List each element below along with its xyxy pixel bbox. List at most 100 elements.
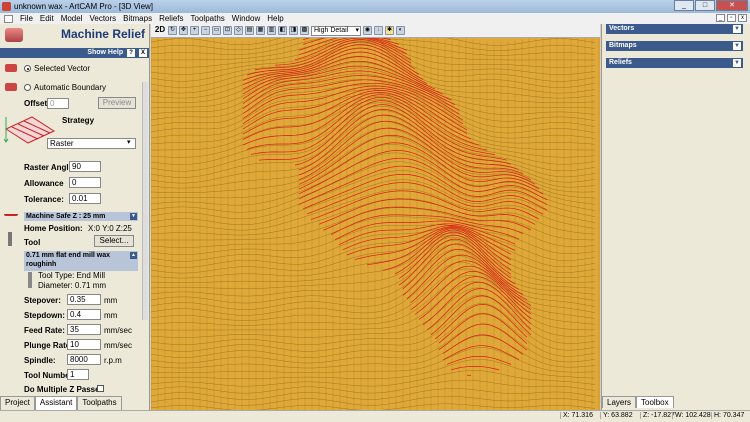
stepover-unit: mm <box>104 296 118 305</box>
show-help-link[interactable]: Show Help <box>87 49 123 56</box>
tab-layers[interactable]: Layers <box>602 396 637 408</box>
window-controls: _ □ ✕ <box>674 0 748 11</box>
front-view-icon[interactable]: ▤ <box>245 26 254 35</box>
tab-toolbox[interactable]: Toolbox <box>636 396 674 408</box>
top-view-icon[interactable]: ▦ <box>256 26 265 35</box>
menu-model[interactable]: Model <box>61 14 83 23</box>
minimize-button[interactable]: _ <box>674 0 694 11</box>
zoom-fit-icon[interactable]: ⊡ <box>223 26 232 35</box>
toolpath-arrow-icon[interactable]: ↓ <box>374 26 383 35</box>
right-view-icon[interactable]: ◨ <box>289 26 298 35</box>
pan-icon[interactable]: ✥ <box>179 26 188 35</box>
menu-bitmaps[interactable]: Bitmaps <box>123 14 152 23</box>
stepover-input[interactable]: 0.35 <box>67 294 101 305</box>
menu-edit[interactable]: Edit <box>40 14 54 23</box>
menu-reliefs[interactable]: Reliefs <box>159 14 183 23</box>
eye-icon[interactable]: ◉ <box>363 26 372 35</box>
mdi-minimize-button[interactable]: _ <box>716 14 725 22</box>
allowance-input[interactable]: 0 <box>69 177 101 188</box>
status-y: Y: 63.882 <box>600 412 633 419</box>
2d-view-button[interactable]: 2D <box>154 26 166 35</box>
panel-scrollbar[interactable] <box>142 82 148 320</box>
preview-button[interactable]: Preview <box>98 97 136 109</box>
tool-name-section[interactable]: 0.71 mm flat end mill wax roughinh ▲ <box>24 251 138 271</box>
plunge-rate-input[interactable]: 10 <box>67 339 101 350</box>
color-icon[interactable]: ◐ <box>396 26 405 35</box>
machine-relief-icon <box>5 28 23 42</box>
bitmaps-dropdown-icon[interactable]: ▼ <box>733 42 741 50</box>
close-button[interactable]: ✕ <box>716 0 748 11</box>
offset-input[interactable]: 0 <box>47 98 69 109</box>
menu-toolpaths[interactable]: Toolpaths <box>191 14 225 23</box>
mdi-controls: _ ▫ x <box>716 14 747 22</box>
selected-vector-icon <box>5 64 17 72</box>
raster-angle-input[interactable]: 90 <box>69 161 101 172</box>
view-toolbar: 2D ↻ ✥ + − ▭ ⊡ ◇ ▤ ▦ ▥ ◧ ◨ ▩ High Detail… <box>151 24 600 38</box>
zoom-out-icon[interactable]: − <box>201 26 210 35</box>
machine-relief-panel: Machine Relief Show Help ? X Selected Ve… <box>0 24 150 410</box>
close-help-icon[interactable]: X <box>139 49 147 57</box>
light-icon[interactable]: ✱ <box>385 26 394 35</box>
detail-level-select[interactable]: High Detail <box>311 25 361 36</box>
mdi-close-button[interactable]: x <box>738 14 747 22</box>
menu-vectors[interactable]: Vectors <box>89 14 116 23</box>
show-help-bar: Show Help ? X <box>0 48 149 58</box>
bitmaps-section[interactable]: Bitmaps ▼ <box>606 41 743 51</box>
strategy-dropdown-icon[interactable]: ▾ <box>127 138 131 146</box>
tool-type-text: Tool Type: End Mill <box>38 271 105 280</box>
menu-bar: File Edit Model Vectors Bitmaps Reliefs … <box>0 13 750 24</box>
zoom-in-icon[interactable]: + <box>190 26 199 35</box>
tool-number-input[interactable]: 1 <box>67 369 89 380</box>
tab-project[interactable]: Project <box>0 396 35 410</box>
strategy-label: Strategy <box>62 116 95 125</box>
relief-toolpath-canvas[interactable] <box>151 38 600 410</box>
tolerance-input[interactable]: 0.01 <box>69 193 101 204</box>
help-icon[interactable]: ? <box>127 49 136 57</box>
reliefs-section[interactable]: Reliefs ▼ <box>606 58 743 68</box>
automatic-boundary-option[interactable]: Automatic Boundary <box>24 83 106 92</box>
rotate-icon[interactable]: ↻ <box>168 26 177 35</box>
feed-rate-input[interactable]: 35 <box>67 324 101 335</box>
allowance-label: Allowance <box>24 179 64 188</box>
vectors-dropdown-icon[interactable]: ▼ <box>733 25 741 33</box>
expand-arrow-icon[interactable]: ▼ <box>130 213 137 220</box>
maximize-button[interactable]: □ <box>695 0 715 11</box>
stepdown-input[interactable]: 0.4 <box>67 309 101 320</box>
strategy-select[interactable]: Raster <box>47 138 136 149</box>
3d-view[interactable]: 2D ↻ ✥ + − ▭ ⊡ ◇ ▤ ▦ ▥ ◧ ◨ ▩ High Detail… <box>151 24 600 410</box>
left-view-icon[interactable]: ◧ <box>278 26 287 35</box>
menu-file[interactable]: File <box>20 14 33 23</box>
mdi-restore-button[interactable]: ▫ <box>727 14 736 22</box>
collapse-arrow-icon[interactable]: ▲ <box>130 252 137 259</box>
tab-toolpaths[interactable]: Toolpaths <box>77 396 122 410</box>
status-h: H: 70.347 <box>711 412 744 419</box>
home-position-label: Home Position: <box>24 224 83 233</box>
plunge-rate-unit: mm/sec <box>104 341 132 350</box>
reliefs-dropdown-icon[interactable]: ▼ <box>733 59 741 67</box>
automatic-boundary-radio[interactable] <box>24 84 31 92</box>
selected-vector-option[interactable]: Selected Vector <box>24 64 90 73</box>
panel-title: Machine Relief <box>60 27 145 41</box>
window-title: unknown wax - ArtCAM Pro - [3D View] <box>14 2 154 11</box>
menu-window[interactable]: Window <box>232 14 260 23</box>
tab-assistant[interactable]: Assistant <box>34 396 78 410</box>
automatic-boundary-icon <box>5 83 17 91</box>
right-panel-tabs: Layers Toolbox <box>602 396 674 408</box>
tool-select-button[interactable]: Select... <box>94 235 134 247</box>
iso-view-icon[interactable]: ◇ <box>234 26 243 35</box>
tool-diameter-text: Diameter: 0.71 mm <box>38 281 107 290</box>
vectors-section[interactable]: Vectors ▼ <box>606 24 743 34</box>
spindle-input[interactable]: 8000 <box>67 354 101 365</box>
stepover-label: Stepover: <box>24 296 61 305</box>
wireframe-icon[interactable]: ▩ <box>300 26 309 35</box>
menu-help[interactable]: Help <box>267 14 283 23</box>
spindle-label: Spindle: <box>24 356 56 365</box>
zoom-box-icon[interactable]: ▭ <box>212 26 221 35</box>
spindle-unit: r.p.m <box>104 356 122 365</box>
multiple-z-checkbox[interactable] <box>97 385 104 392</box>
side-view-icon[interactable]: ▥ <box>267 26 276 35</box>
selected-vector-radio[interactable] <box>24 65 31 73</box>
plunge-rate-label: Plunge Rate: <box>24 341 73 350</box>
end-mill-icon <box>28 272 32 288</box>
machine-safe-z-section[interactable]: Machine Safe Z : 25 mm ▼ <box>24 212 138 221</box>
